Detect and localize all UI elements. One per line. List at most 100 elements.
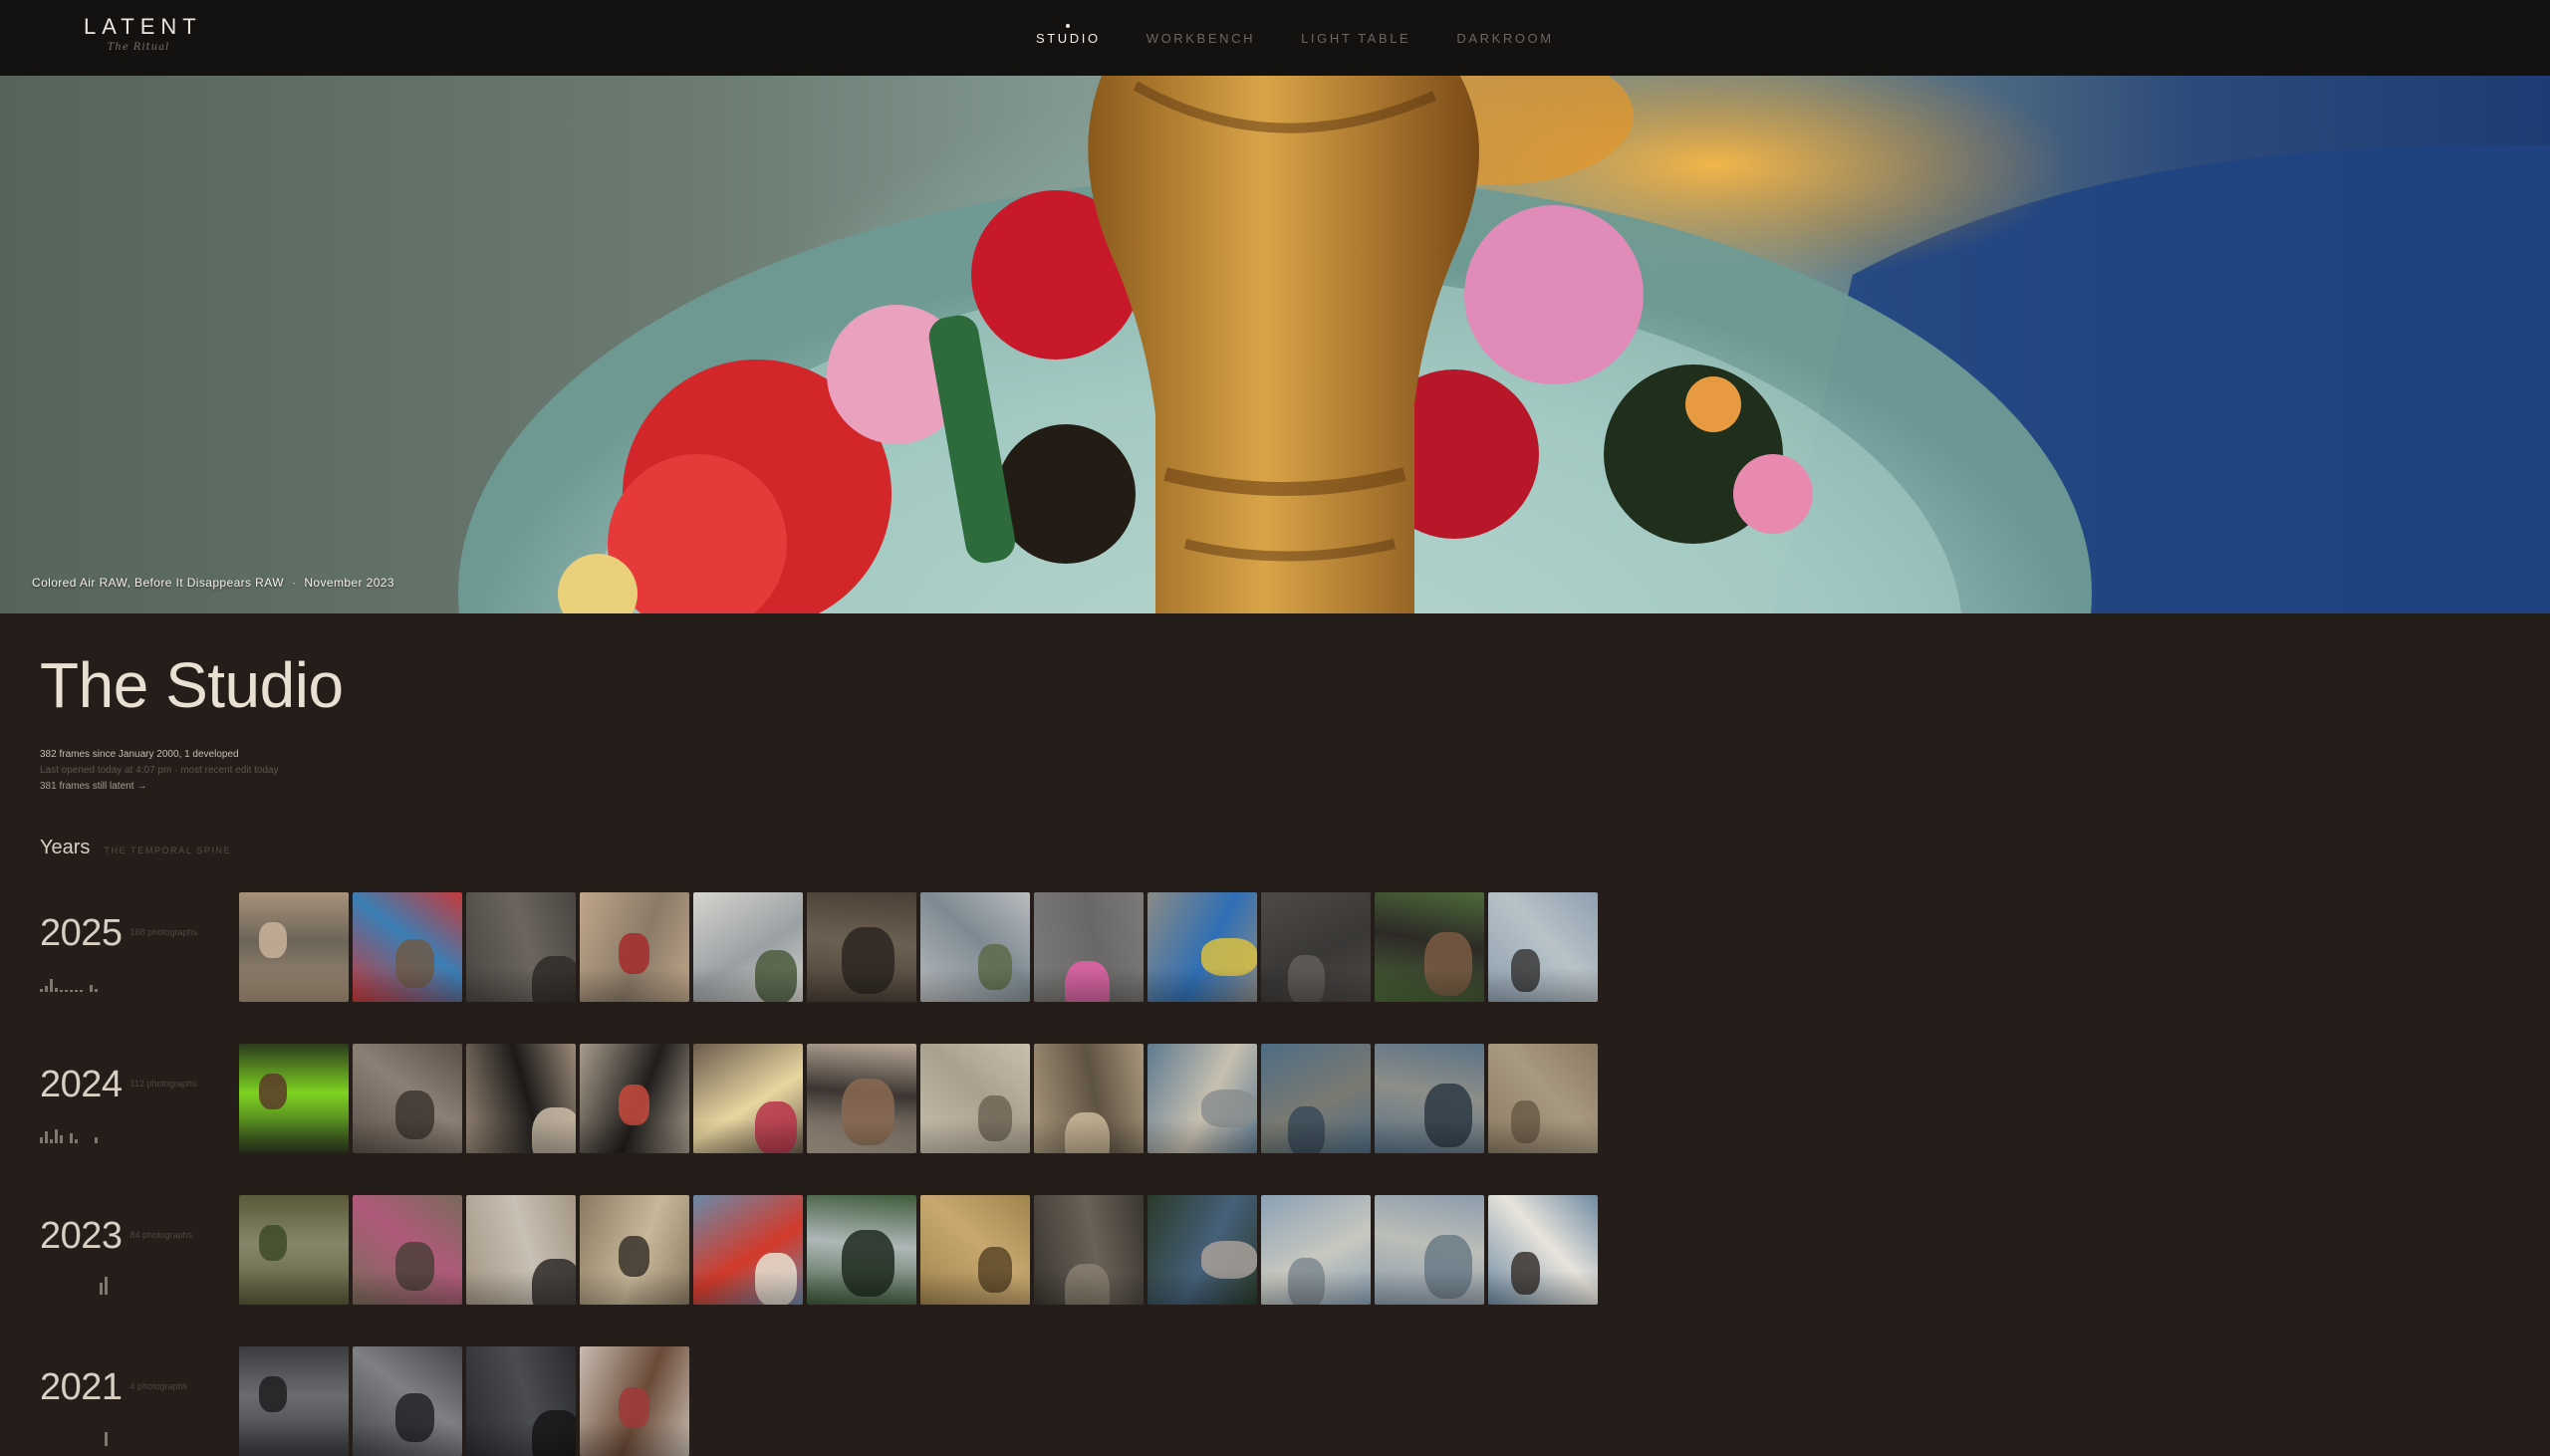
photo-thumbnail[interactable]: [580, 1195, 689, 1305]
photo-thumbnail[interactable]: [353, 1195, 462, 1305]
nav-studio[interactable]: STUDIO: [1036, 0, 1101, 76]
photo-thumbnail[interactable]: [353, 892, 462, 1002]
year-photo-count: 112 photographs: [129, 1079, 197, 1089]
photo-thumbnail[interactable]: [353, 1044, 462, 1153]
photo-thumbnail[interactable]: [693, 1195, 803, 1305]
photo-thumbnail[interactable]: [466, 1195, 576, 1305]
photo-thumbnail[interactable]: [580, 892, 689, 1002]
photo-thumbnail[interactable]: [1375, 1195, 1484, 1305]
year-activity-sparkline: [40, 1275, 108, 1295]
photo-thumbnail[interactable]: [1261, 892, 1371, 1002]
photo-ground: [466, 968, 576, 1002]
year-label[interactable]: 2021 4 photographs: [40, 1366, 187, 1409]
year-activity-sparkline: [40, 1426, 108, 1446]
photo-ground: [580, 1119, 689, 1153]
photo-thumbnail[interactable]: [239, 1346, 349, 1456]
photo-ground: [693, 968, 803, 1002]
sparkline-bar: [50, 979, 53, 992]
brand-subtitle: The Ritual: [107, 42, 170, 53]
nav-workbench[interactable]: WORKBENCH: [1147, 0, 1255, 76]
photo-ground: [1034, 968, 1144, 1002]
photo-thumbnail[interactable]: [1488, 892, 1598, 1002]
photo-ground: [1488, 1271, 1598, 1305]
photo-thumbnail[interactable]: [920, 1195, 1030, 1305]
photo-thumbnail[interactable]: [466, 1044, 576, 1153]
year-label[interactable]: 2023 84 photographs: [40, 1215, 192, 1258]
photo-thumbnail[interactable]: [807, 892, 916, 1002]
photo-thumbnail[interactable]: [920, 892, 1030, 1002]
year-row: 2023 84 photographs: [40, 1195, 1598, 1305]
hero-photo-image: [458, 76, 2550, 613]
year-number: 2024: [40, 1064, 123, 1105]
photo-ground: [580, 968, 689, 1002]
photo-thumbnail[interactable]: [1034, 892, 1144, 1002]
photo-thumbnail[interactable]: [580, 1346, 689, 1456]
photo-thumbnail[interactable]: [693, 892, 803, 1002]
main-nav: STUDIO WORKBENCH LIGHT TABLE DARKROOM: [1036, 0, 1554, 76]
year-number: 2021: [40, 1366, 123, 1408]
nav-darkroom[interactable]: DARKROOM: [1456, 0, 1553, 76]
photo-thumbnail[interactable]: [239, 892, 349, 1002]
photo-thumbnail[interactable]: [1148, 1195, 1257, 1305]
photo-thumbnail[interactable]: [807, 1044, 916, 1153]
photo-thumbnail[interactable]: [353, 1346, 462, 1456]
year-thumbnail-strip: [239, 1044, 1598, 1153]
year-label[interactable]: 2024 112 photographs: [40, 1064, 196, 1106]
year-label[interactable]: 2025 188 photographs: [40, 912, 197, 955]
nav-light-table[interactable]: LIGHT TABLE: [1301, 0, 1410, 76]
photo-ground: [1034, 1271, 1144, 1305]
photo-thumbnail[interactable]: [1034, 1195, 1144, 1305]
photo-ground: [239, 1119, 349, 1153]
photo-thumbnail[interactable]: [239, 1044, 349, 1153]
photo-thumbnail[interactable]: [1375, 1044, 1484, 1153]
year-thumbnail-strip: [239, 892, 1598, 1002]
photo-ground: [1375, 1119, 1484, 1153]
sparkline-bar: [100, 1283, 103, 1295]
photo-ground: [1488, 1119, 1598, 1153]
photo-thumbnail[interactable]: [466, 1346, 576, 1456]
photo-thumbnail[interactable]: [239, 1195, 349, 1305]
photo-thumbnail[interactable]: [1375, 892, 1484, 1002]
year-photo-count: 188 photographs: [129, 927, 198, 937]
photo-ground: [1034, 1119, 1144, 1153]
latent-frames-link[interactable]: 381 frames still latent →: [40, 779, 344, 795]
year-number: 2023: [40, 1215, 123, 1257]
sparkline-bar: [50, 1139, 53, 1143]
photo-thumbnail[interactable]: [466, 892, 576, 1002]
photo-ground: [920, 1119, 1030, 1153]
year-photo-count: 4 photographs: [129, 1381, 188, 1391]
photo-thumbnail[interactable]: [693, 1044, 803, 1153]
photo-ground: [466, 1271, 576, 1305]
sparkline-bar: [70, 1133, 73, 1143]
hero-caption-date: November 2023: [304, 576, 394, 590]
sparkline-bar: [75, 1139, 78, 1143]
photo-thumbnail[interactable]: [920, 1044, 1030, 1153]
photo-thumbnail[interactable]: [1261, 1195, 1371, 1305]
photo-ground: [239, 968, 349, 1002]
photo-ground: [920, 1271, 1030, 1305]
photo-thumbnail[interactable]: [580, 1044, 689, 1153]
hero-caption-title: Colored Air RAW, Before It Disappears RA…: [32, 576, 284, 590]
top-navigation-bar: LATENT The Ritual STUDIO WORKBENCH LIGHT…: [0, 0, 2550, 76]
photo-thumbnail[interactable]: [1488, 1195, 1598, 1305]
hero-featured-photo[interactable]: Colored Air RAW, Before It Disappears RA…: [0, 76, 2550, 613]
photo-thumbnail[interactable]: [1488, 1044, 1598, 1153]
nav-workbench-label: WORKBENCH: [1146, 30, 1256, 46]
active-indicator-dot: [1066, 24, 1071, 28]
photo-thumbnail[interactable]: [1034, 1044, 1144, 1153]
sparkline-bar: [80, 990, 83, 992]
nav-light-table-label: LIGHT TABLE: [1301, 30, 1411, 46]
brand-logo[interactable]: LATENT The Ritual: [84, 14, 202, 53]
photo-subject: [259, 1225, 287, 1261]
photo-thumbnail[interactable]: [1148, 1044, 1257, 1153]
brand-title: LATENT: [84, 14, 202, 39]
last-opened-info: Last opened today at 4:07 pm · most rece…: [40, 765, 279, 776]
photo-thumbnail[interactable]: [1148, 892, 1257, 1002]
photo-thumbnail[interactable]: [807, 1195, 916, 1305]
sparkline-bar: [105, 1277, 108, 1295]
photo-ground: [239, 1422, 349, 1456]
photo-ground: [807, 1119, 916, 1153]
year-row: 2021 4 photographs: [40, 1346, 1594, 1456]
photo-ground: [353, 1119, 462, 1153]
photo-thumbnail[interactable]: [1261, 1044, 1371, 1153]
